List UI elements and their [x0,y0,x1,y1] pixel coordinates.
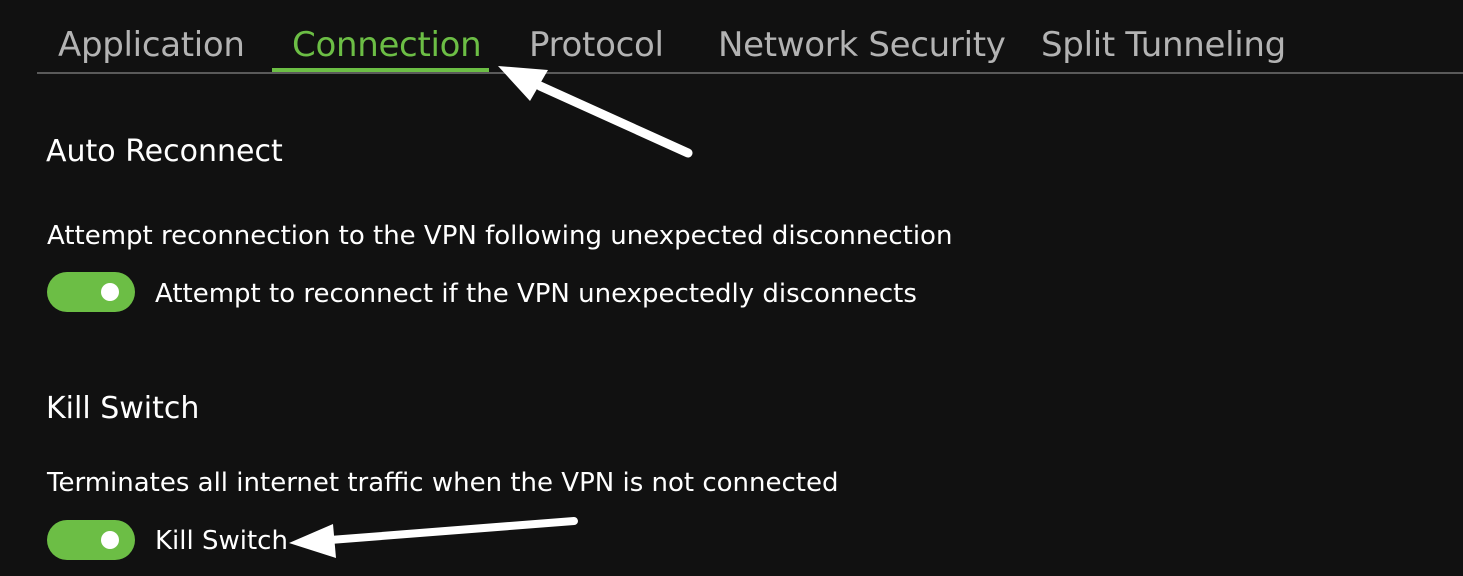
settings-page: Application Connection Protocol Network … [0,0,1463,576]
tab-application[interactable]: Application [58,22,245,68]
tab-protocol[interactable]: Protocol [529,22,664,68]
arrow-icon [289,517,578,558]
kill-switch-description: Terminates all internet traffic when the… [47,468,839,498]
tab-connection[interactable]: Connection [292,22,482,68]
auto-reconnect-title: Auto Reconnect [46,134,283,169]
tab-split-tunneling[interactable]: Split Tunneling [1041,22,1286,68]
auto-reconnect-toggle[interactable] [47,272,135,312]
tab-network-security[interactable]: Network Security [718,22,1006,68]
auto-reconnect-toggle-label: Attempt to reconnect if the VPN unexpect… [155,279,917,309]
arrow-icon [498,66,693,158]
active-tab-indicator [272,68,489,72]
kill-switch-toggle[interactable] [47,520,135,560]
kill-switch-toggle-label: Kill Switch [155,526,288,556]
auto-reconnect-description: Attempt reconnection to the VPN followin… [47,221,953,251]
toggle-knob [101,531,119,549]
toggle-knob [101,283,119,301]
kill-switch-title: Kill Switch [46,391,200,426]
